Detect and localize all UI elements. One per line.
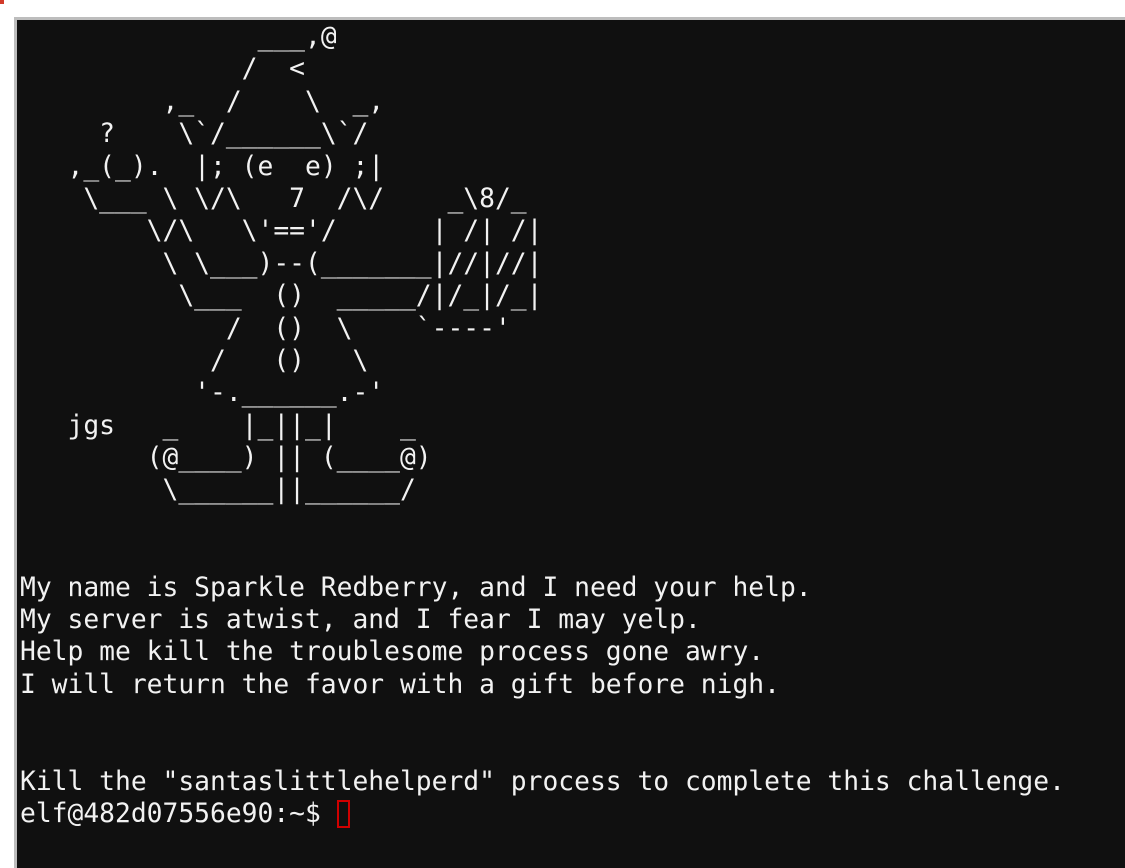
ascii-art-line: / < — [67, 54, 305, 85]
text-cursor — [336, 800, 350, 829]
ascii-art-line: \______||______/ — [67, 475, 416, 506]
ascii-art-line: \ \___)--(_______|//|//| — [67, 248, 543, 279]
ascii-art-line: ___,@ — [67, 22, 337, 52]
ascii-art-line: '-.______.-' — [67, 378, 385, 409]
ascii-art-line: ? \`/______\`/ — [67, 119, 369, 150]
instruction-line: Kill the "santaslittlehelperd" process t… — [20, 766, 1065, 797]
shell-prompt: elf@482d07556e90:~$ — [20, 799, 337, 830]
window-corner-mark — [0, 0, 4, 4]
ascii-art-line: / () \ `----' — [67, 313, 511, 344]
ascii-art-line: jgs _ |_||_| _ — [67, 410, 416, 441]
terminal-window: ___,@ / < ,_ / \ _, ? \`/______\`/ ,_(_)… — [0, 0, 1125, 868]
ascii-art-line: / () \ — [67, 345, 369, 376]
message-line: I will return the favor with a gift befo… — [20, 669, 780, 700]
ascii-art-line: \___ () _____/|/_|/_| — [67, 281, 543, 312]
ascii-art-line: \___ \ \/\ 7 /\/ _\8/_ — [67, 183, 527, 214]
ascii-art-line: ,_ / \ _, — [67, 86, 385, 117]
ascii-art-line: (@____) || (____@) — [67, 443, 432, 474]
message-line: My server is atwist, and I fear I may ye… — [20, 605, 701, 636]
message-line: Help me kill the troublesome process gon… — [20, 637, 765, 668]
ascii-art-line: \/\ \'=='/ | /| /| — [67, 216, 543, 247]
prompt-line[interactable]: elf@482d07556e90:~$ — [20, 798, 1065, 830]
message-line: My name is Sparkle Redberry, and I need … — [20, 572, 812, 603]
ascii-art-line: ,_(_). |; (e e) ;| — [67, 151, 385, 182]
terminal-pane[interactable]: ___,@ / < ,_ / \ _, ? \`/______\`/ ,_(_)… — [14, 17, 1125, 868]
terminal-screen: ___,@ / < ,_ / \ _, ? \`/______\`/ ,_(_)… — [20, 21, 1065, 831]
